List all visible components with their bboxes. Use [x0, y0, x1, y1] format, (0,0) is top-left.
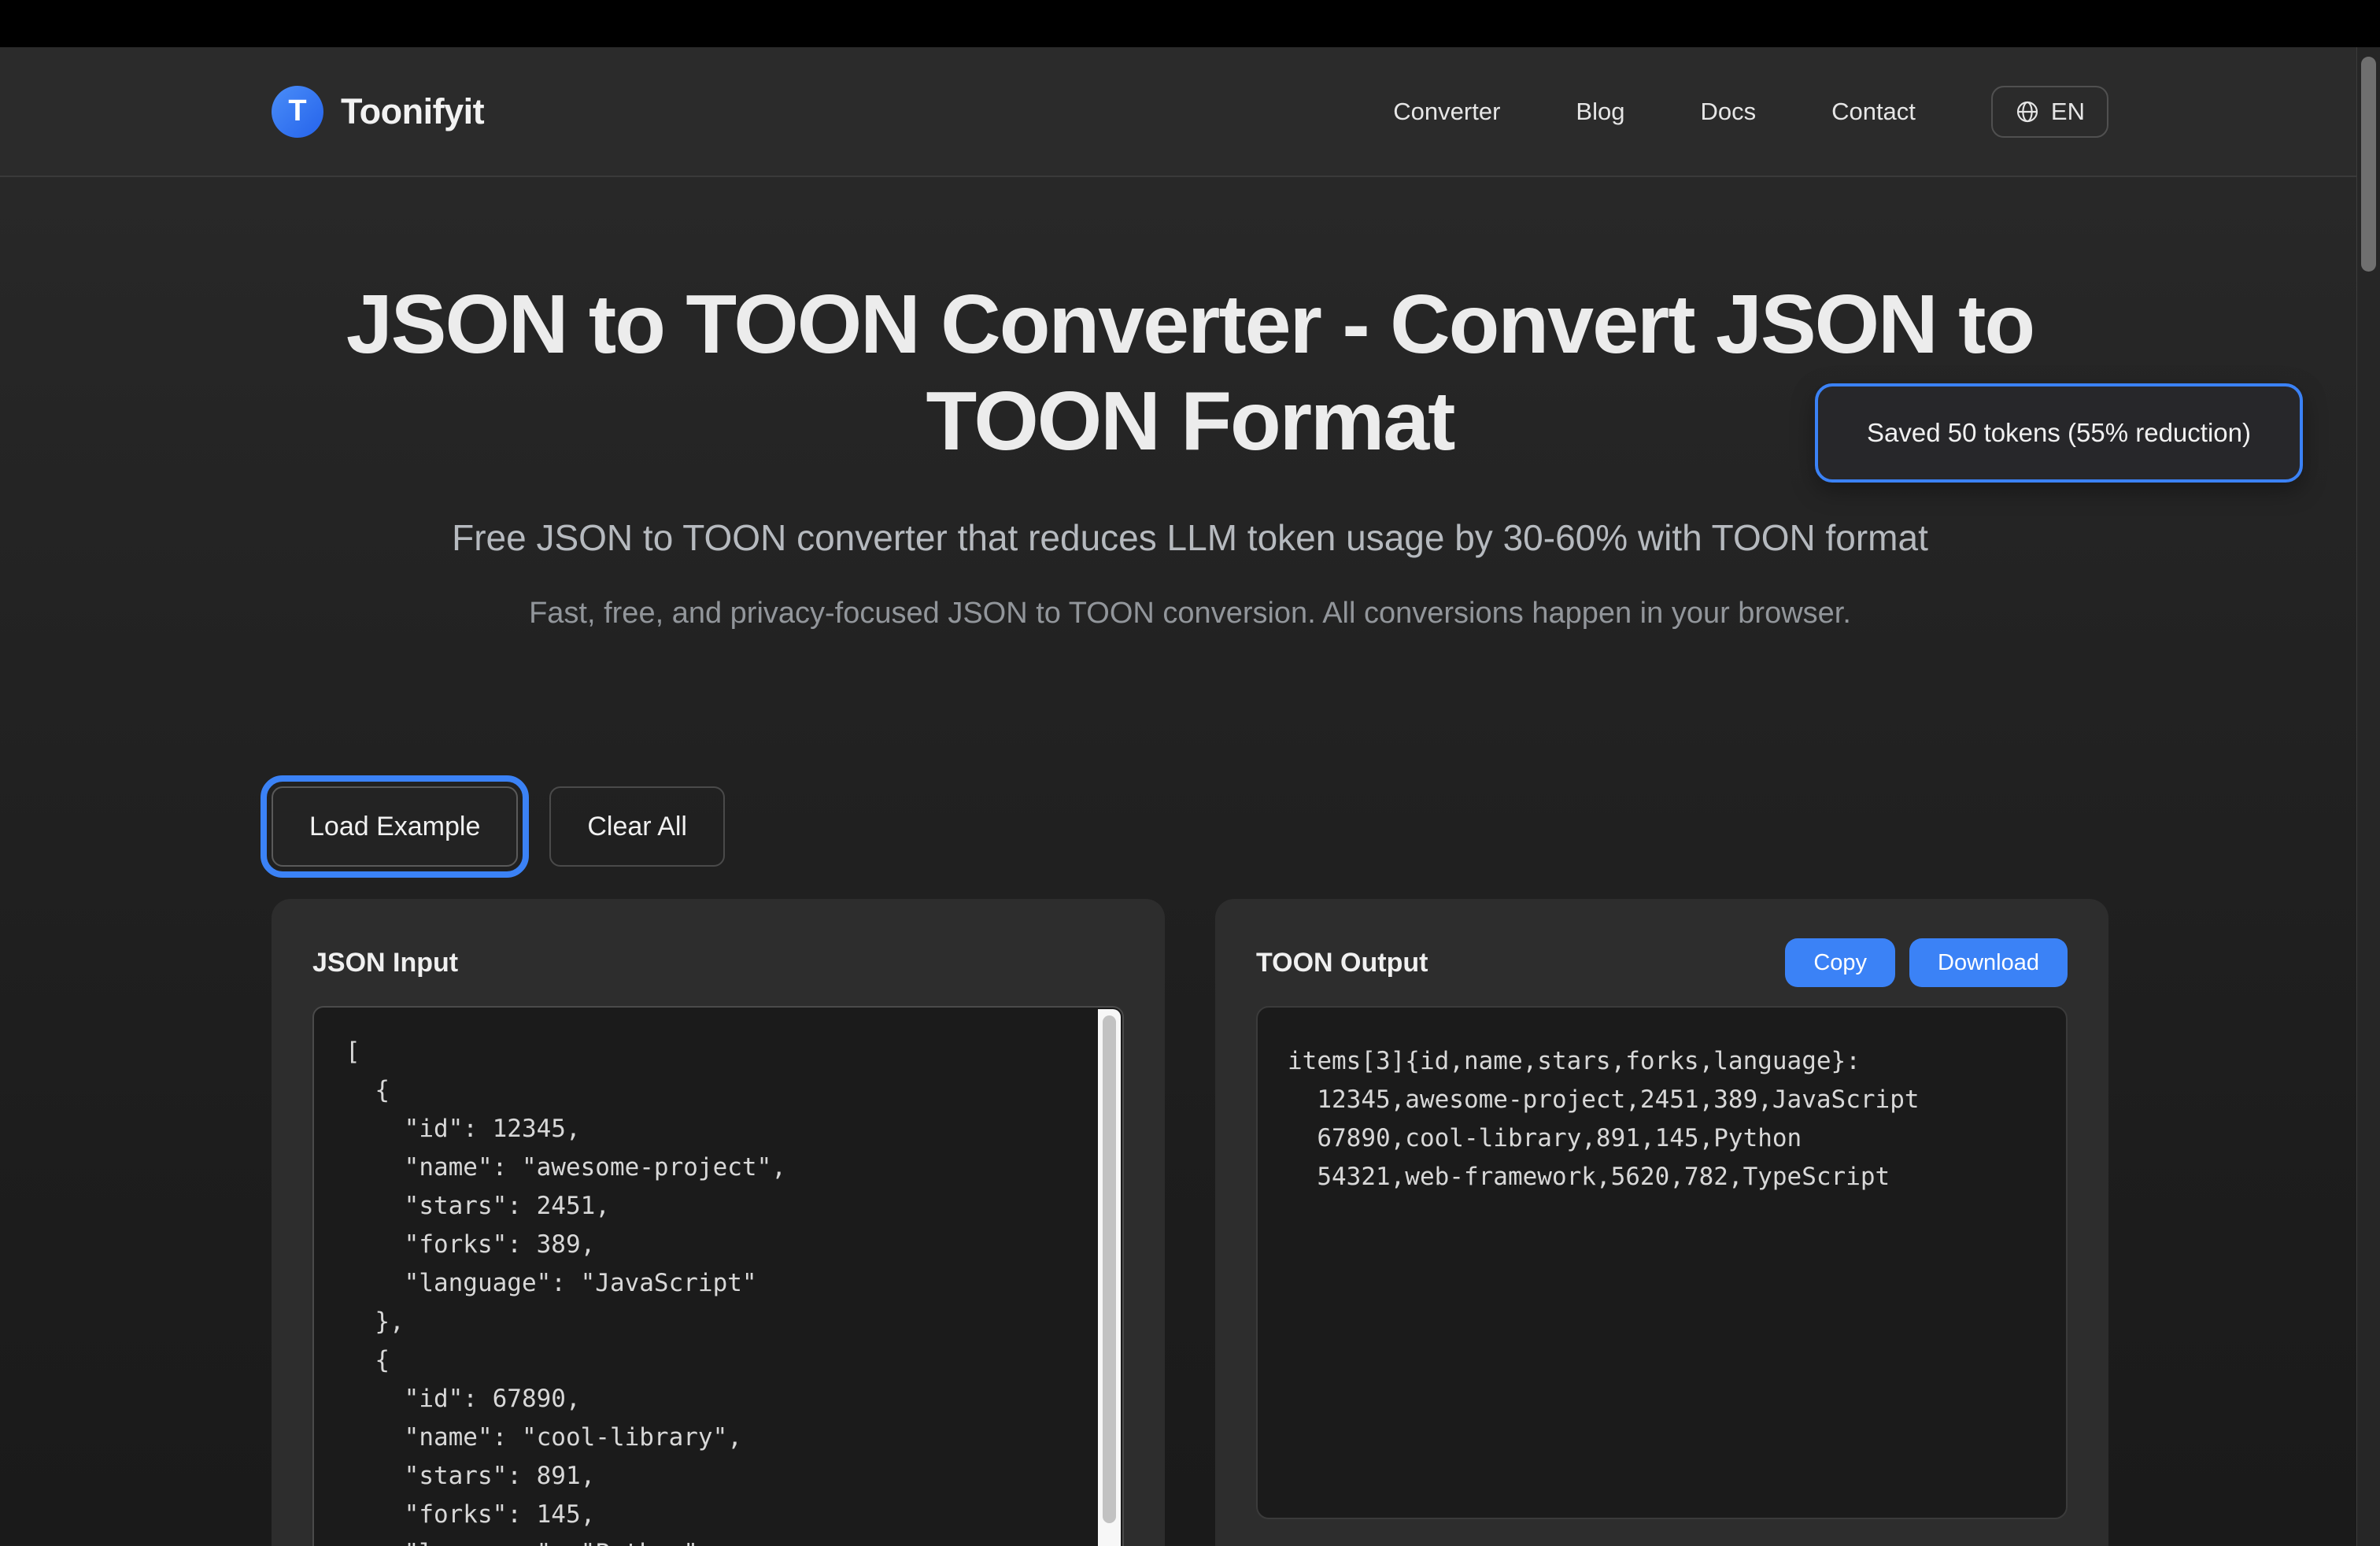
language-selector-button[interactable]: EN [1991, 86, 2108, 138]
nav-link-contact[interactable]: Contact [1831, 98, 1916, 126]
toon-output-header: TOON Output Copy Download [1256, 938, 2068, 987]
brand-name: Toonifyit [341, 91, 484, 132]
toast-message: Saved 50 tokens (55% reduction) [1867, 418, 2251, 448]
window-top-strip [0, 0, 2380, 47]
textarea-scrollbar[interactable] [1098, 1009, 1121, 1546]
top-navbar: T Toonifyit Converter Blog Docs Contact … [0, 47, 2380, 177]
resize-grip-icon[interactable] [1099, 1543, 1118, 1546]
toon-output-title: TOON Output [1256, 948, 1428, 978]
load-example-button[interactable]: Load Example [272, 786, 518, 867]
language-code: EN [2051, 98, 2085, 126]
nav-links: Converter Blog Docs Contact EN [1393, 86, 2108, 138]
toon-output-box: items[3]{id,name,stars,forks,language}: … [1256, 1006, 2068, 1519]
page-scrollbar[interactable] [2356, 47, 2380, 1546]
json-input-title: JSON Input [312, 948, 458, 978]
download-button[interactable]: Download [1909, 938, 2068, 987]
json-input-panel: JSON Input [ { "id": 12345, "name": "awe… [272, 899, 1165, 1546]
brand-logo[interactable]: T Toonifyit [272, 86, 484, 138]
page-description: Fast, free, and privacy-focused JSON to … [0, 596, 2380, 631]
globe-icon [2015, 99, 2040, 124]
toon-output-code: items[3]{id,name,stars,forks,language}: … [1258, 1008, 2066, 1231]
toolbar: Load Example Clear All [272, 786, 2108, 867]
copy-button[interactable]: Copy [1785, 938, 1895, 987]
json-input-code: [ { "id": 12345, "name": "awesome-projec… [314, 1008, 1122, 1546]
page-scrollbar-thumb[interactable] [2361, 57, 2376, 272]
toon-output-panel: TOON Output Copy Download items[3]{id,na… [1215, 899, 2108, 1546]
page-subtitle: Free JSON to TOON converter that reduces… [0, 517, 2380, 558]
tokens-saved-toast: Saved 50 tokens (55% reduction) [1815, 383, 2303, 483]
nav-link-converter[interactable]: Converter [1393, 98, 1500, 126]
json-input-textarea[interactable]: [ { "id": 12345, "name": "awesome-projec… [312, 1006, 1124, 1546]
json-input-header: JSON Input [312, 938, 1124, 987]
converter-panels: JSON Input [ { "id": 12345, "name": "awe… [272, 899, 2108, 1546]
clear-all-button[interactable]: Clear All [549, 786, 725, 867]
logo-icon: T [272, 86, 323, 138]
page-body: Saved 50 tokens (55% reduction) JSON to … [0, 177, 2380, 1544]
nav-link-docs[interactable]: Docs [1700, 98, 1756, 126]
output-actions: Copy Download [1785, 938, 2068, 987]
textarea-scrollbar-thumb[interactable] [1103, 1015, 1116, 1523]
nav-link-blog[interactable]: Blog [1576, 98, 1624, 126]
